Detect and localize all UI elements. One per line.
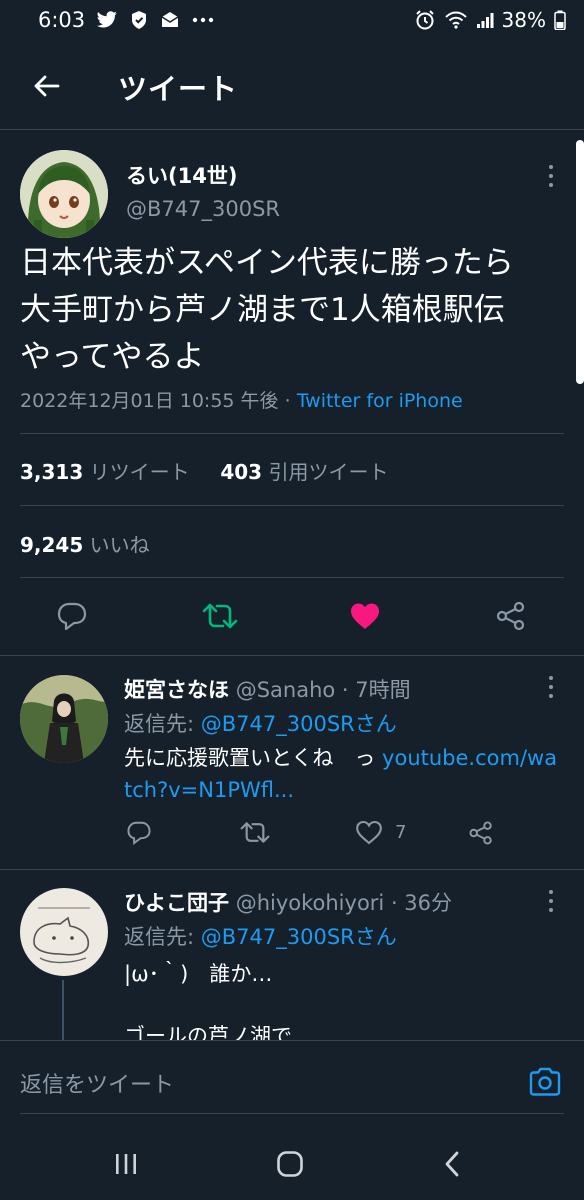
reply-author-handle[interactable]: @hiyokohiyori bbox=[236, 891, 385, 915]
tweet-action-bar bbox=[0, 594, 584, 640]
author-name[interactable]: るい(14世) bbox=[126, 160, 237, 190]
battery-level: 38% bbox=[501, 8, 546, 32]
chevron-left-icon bbox=[442, 1151, 462, 1177]
quote-count-label: 引用ツイート bbox=[268, 460, 389, 484]
status-notification-icons bbox=[96, 10, 214, 30]
share-icon bbox=[495, 600, 527, 632]
reply-header: 姫宮さなほ @Sanaho · 7時間 bbox=[124, 674, 411, 704]
reply-time[interactable]: · 7時間 bbox=[342, 678, 411, 702]
retweet-count-label: リツイート bbox=[89, 460, 190, 484]
recent-apps-icon bbox=[113, 1152, 139, 1176]
tweet-meta: 2022年12月01日 10:55 午後 · Twitter for iPhon… bbox=[20, 386, 463, 413]
reply-retweet-button[interactable] bbox=[240, 820, 270, 845]
tweet-text-line: 日本代表がスペイン代表に勝ったら bbox=[20, 245, 514, 281]
reply-input-underline bbox=[20, 1113, 564, 1114]
author-handle[interactable]: @B747_300SR bbox=[126, 197, 280, 221]
reply-header: ひよこ団子 @hiyokohiyori · 36分 bbox=[124, 887, 452, 917]
reply-more-button[interactable] bbox=[541, 674, 561, 700]
divider bbox=[20, 433, 564, 434]
status-bar: 6:03 38% bbox=[0, 0, 584, 44]
quote-count: 403 bbox=[220, 460, 263, 484]
recent-apps-button[interactable] bbox=[106, 1146, 146, 1182]
reply-text: 先に応援歌置いとくね っ youtube.com/watch?v=N1PWfl.… bbox=[124, 742, 564, 806]
home-button[interactable] bbox=[270, 1146, 310, 1182]
reply-author-handle[interactable]: @Sanaho bbox=[236, 678, 336, 702]
page-title: ツイート bbox=[118, 72, 239, 106]
divider bbox=[20, 505, 564, 506]
like-count-link[interactable]: 9,245 いいね bbox=[20, 529, 150, 558]
like-button[interactable] bbox=[343, 594, 387, 638]
tweet-stats-retweets: 3,313 リツイート 403 引用ツイート bbox=[20, 456, 388, 485]
tweet-more-button[interactable] bbox=[541, 163, 561, 189]
share-button[interactable] bbox=[489, 594, 533, 638]
mail-icon bbox=[160, 11, 180, 29]
retweet-button[interactable] bbox=[198, 594, 242, 638]
meta-separator: · bbox=[284, 390, 291, 412]
divider bbox=[20, 577, 564, 578]
camera-icon bbox=[528, 1067, 562, 1097]
quote-count-link[interactable]: 403 引用ツイート bbox=[220, 460, 388, 484]
divider bbox=[0, 869, 584, 870]
retweet-icon bbox=[202, 601, 238, 631]
battery-icon bbox=[554, 10, 566, 30]
signal-icon bbox=[476, 11, 494, 29]
reply-share-button[interactable] bbox=[468, 820, 494, 846]
alarm-icon bbox=[414, 9, 436, 31]
reply-to-line: 返信先: @B747_300SRさん bbox=[124, 708, 397, 738]
tweet-text: 日本代表がスペイン代表に勝ったら 大手町から芦ノ湖まで1人箱根駅伝 やってやるよ bbox=[20, 240, 570, 381]
twitter-icon bbox=[96, 11, 118, 29]
reply-icon bbox=[126, 820, 152, 845]
share-icon bbox=[468, 820, 494, 846]
camera-button[interactable] bbox=[526, 1063, 564, 1101]
reply-to-link[interactable]: @B747_300SRさん bbox=[201, 712, 397, 736]
system-back-button[interactable] bbox=[432, 1146, 472, 1182]
tweet-text-line: 大手町から芦ノ湖まで1人箱根駅伝 bbox=[20, 292, 505, 328]
author-avatar[interactable] bbox=[20, 150, 108, 238]
reply-to-label: 返信先: bbox=[124, 712, 201, 736]
reply-author-name[interactable]: ひよこ団子 bbox=[124, 891, 229, 915]
reply-button[interactable] bbox=[50, 594, 94, 638]
status-time: 6:03 bbox=[38, 8, 86, 32]
like-count: 9,245 bbox=[20, 533, 84, 557]
retweet-count-link[interactable]: 3,313 リツイート bbox=[20, 460, 190, 484]
reply-more-button[interactable] bbox=[541, 888, 561, 914]
arrow-left-icon bbox=[32, 74, 60, 98]
wifi-icon bbox=[444, 10, 468, 30]
top-app-bar: ツイート bbox=[0, 44, 584, 130]
reply-like-count: 7 bbox=[395, 822, 407, 843]
home-icon bbox=[276, 1150, 304, 1178]
reply-action-bar: 7 bbox=[0, 820, 584, 854]
reply-icon bbox=[56, 601, 88, 631]
tweet-timestamp[interactable]: 2022年12月01日 10:55 午後 bbox=[20, 390, 279, 412]
reply-avatar[interactable] bbox=[20, 888, 108, 976]
more-dots-icon bbox=[192, 17, 214, 23]
reply-to-label: 返信先: bbox=[124, 925, 201, 949]
heart-filled-icon bbox=[349, 602, 381, 630]
tweet-text-line: やってやるよ bbox=[20, 339, 205, 375]
reply-author-name[interactable]: 姫宮さなほ bbox=[124, 678, 229, 702]
back-button[interactable] bbox=[28, 68, 64, 104]
shield-icon bbox=[130, 10, 148, 30]
divider bbox=[0, 655, 584, 656]
reply-time[interactable]: · 36分 bbox=[391, 891, 452, 915]
reply-to-line: 返信先: @B747_300SRさん bbox=[124, 921, 397, 951]
reply-input[interactable]: 返信をツイート bbox=[20, 1067, 174, 1099]
reply-reply-button[interactable] bbox=[126, 820, 152, 845]
reply-like-button[interactable]: 7 bbox=[355, 820, 406, 845]
reply-text-line: |ω･｀) 誰か… bbox=[124, 962, 273, 986]
reply-to-link[interactable]: @B747_300SRさん bbox=[201, 925, 397, 949]
scrollbar-thumb[interactable] bbox=[576, 140, 584, 384]
retweet-count: 3,313 bbox=[20, 460, 84, 484]
status-right: 38% bbox=[414, 8, 566, 32]
retweet-icon bbox=[240, 820, 270, 845]
system-nav-bar bbox=[0, 1128, 584, 1200]
like-count-label: いいね bbox=[89, 533, 150, 557]
reply-text-body: 先に応援歌置いとくね っ bbox=[124, 746, 383, 770]
reply-compose-bar: 返信をツイート bbox=[0, 1040, 584, 1128]
heart-outline-icon bbox=[355, 820, 383, 845]
tweet-source-link[interactable]: Twitter for iPhone bbox=[297, 390, 463, 412]
reply-avatar[interactable] bbox=[20, 675, 108, 763]
